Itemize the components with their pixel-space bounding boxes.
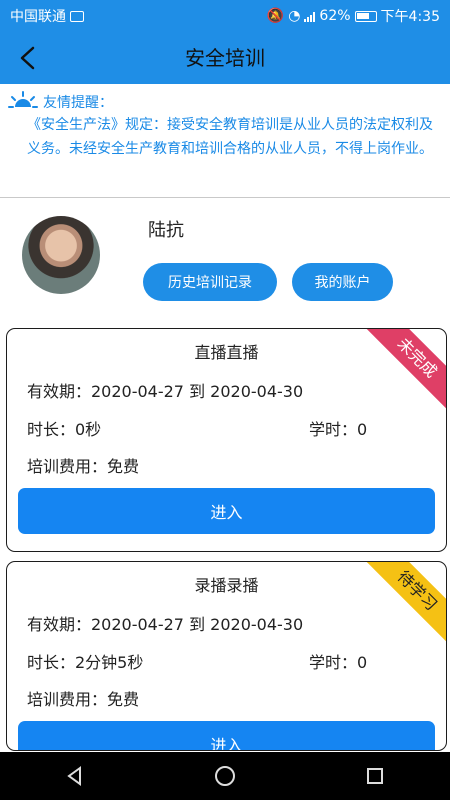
status-bar: 中国联通 🔕 ◔ 62% 下午4:35 <box>0 0 450 32</box>
sim-card-icon <box>70 10 84 22</box>
square-recents-icon <box>367 768 383 784</box>
course-duration: 时长：0秒 <box>27 420 102 439</box>
validity-period: 有效期：2020-04-27 到 2020-04-30 <box>27 615 304 634</box>
user-profile: 陆抗 历史培训记录 我的账户 <box>0 198 450 316</box>
home-nav-button[interactable] <box>195 752 255 800</box>
triangle-back-icon <box>67 766 81 786</box>
status-left: 中国联通 <box>10 6 84 26</box>
course-card: 待学习 录播录播 有效期：2020-04-27 到 2020-04-30 时长：… <box>6 561 447 751</box>
app-header: 安全培训 <box>0 32 450 84</box>
course-title: 直播直播 <box>194 343 259 362</box>
battery-icon <box>354 10 377 22</box>
notice-title: 友情提醒： <box>43 95 113 111</box>
circle-home-icon <box>215 766 235 786</box>
battery-percent: 62% <box>319 8 351 24</box>
recents-nav-button[interactable] <box>345 752 405 800</box>
course-duration: 时长：2分钟5秒 <box>27 653 144 672</box>
signal-icon <box>304 11 316 22</box>
training-fee: 培训费用：免费 <box>27 690 140 709</box>
enter-course-button[interactable]: 进入 <box>18 721 435 750</box>
validity-period: 有效期：2020-04-27 到 2020-04-30 <box>27 382 304 401</box>
training-fee: 培训费用：免费 <box>27 457 140 476</box>
back-nav-button[interactable] <box>45 752 105 800</box>
notice-text: 《安全生产法》规定：接受安全教育培训是从业人员的法定权利及义务。未经安全生产教育… <box>27 117 433 157</box>
enter-course-button[interactable]: 进入 <box>18 488 435 534</box>
back-arrow-icon <box>20 46 35 70</box>
page-title: 安全培训 <box>185 46 265 70</box>
history-training-button[interactable]: 历史培训记录 <box>143 263 277 301</box>
credit-hours: 学时：0 <box>309 653 368 672</box>
user-name: 陆抗 <box>148 220 184 241</box>
safety-notice: 友情提醒： 《安全生产法》规定：接受安全教育培训是从业人员的法定权利及义务。未经… <box>0 84 450 198</box>
mute-icon: 🔕 <box>266 8 285 24</box>
my-account-button[interactable]: 我的账户 <box>292 263 393 301</box>
course-card: 未完成 直播直播 有效期：2020-04-27 到 2020-04-30 时长：… <box>6 328 447 552</box>
system-navigation-bar <box>0 752 450 800</box>
course-title: 录播录播 <box>194 576 259 595</box>
status-right: 🔕 ◔ 62% 下午4:35 <box>267 6 440 26</box>
credit-hours: 学时：0 <box>309 420 368 439</box>
wifi-icon: ◔ <box>288 8 301 24</box>
clock: 下午4:35 <box>380 9 440 25</box>
avatar[interactable] <box>22 216 100 294</box>
carrier-label: 中国联通 <box>10 9 66 25</box>
back-button[interactable] <box>10 42 44 74</box>
